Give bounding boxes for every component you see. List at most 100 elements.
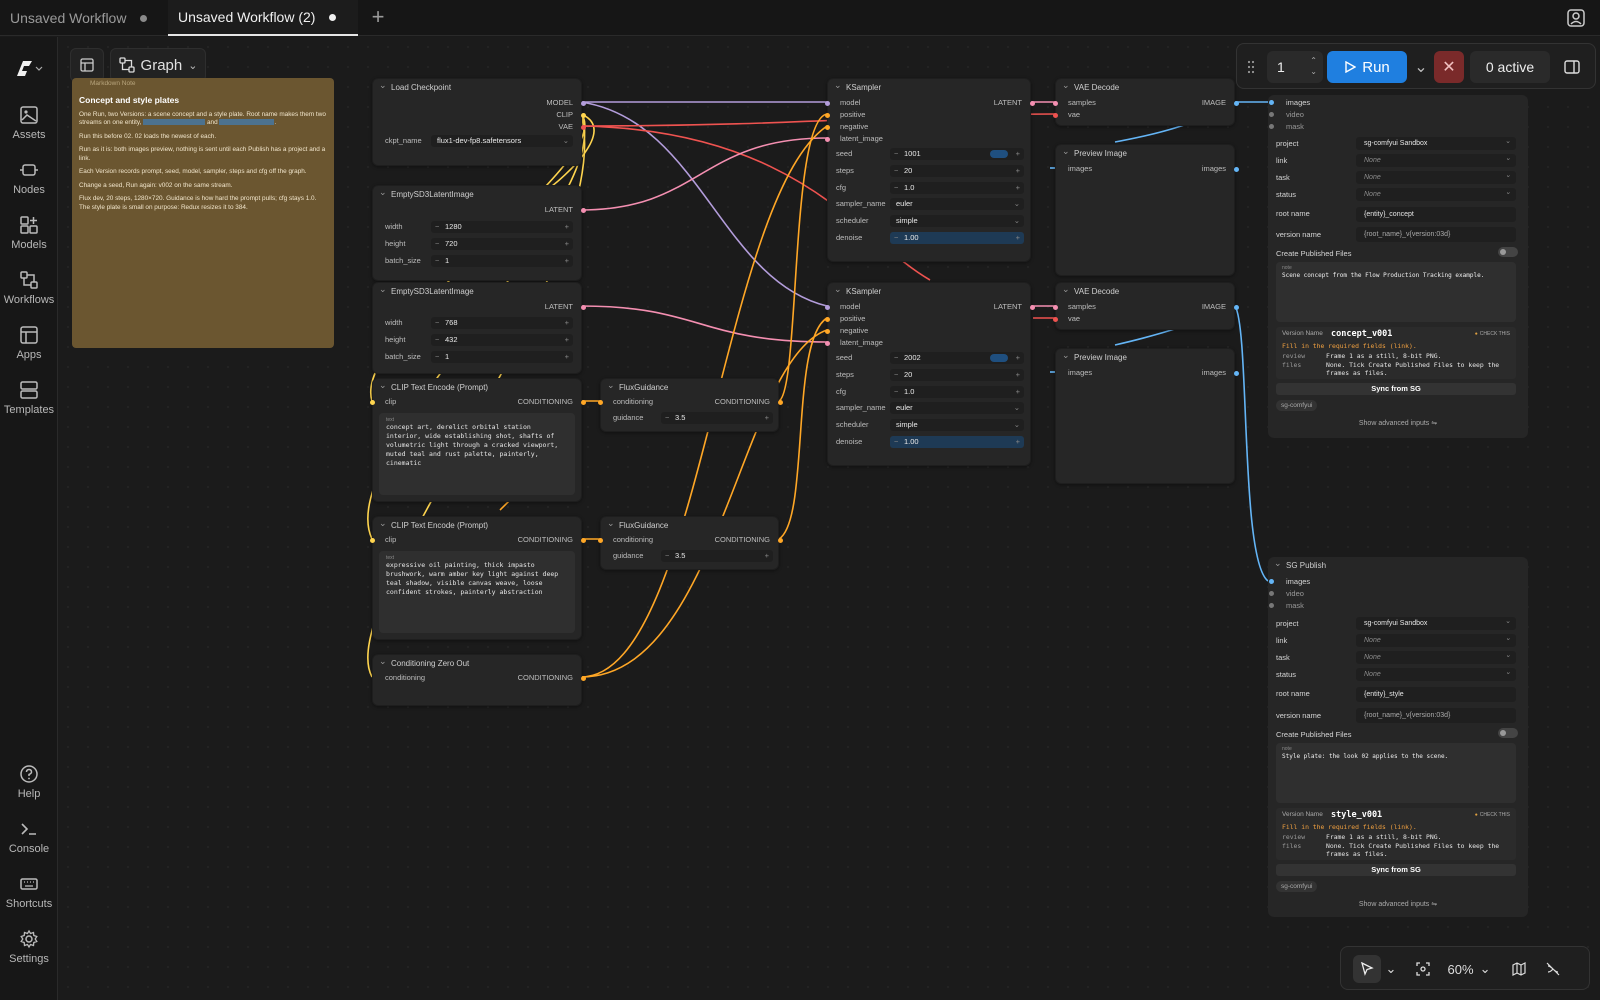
latent-slot[interactable]: [825, 137, 830, 142]
queue-count-stepper[interactable]: 1 ⌃ ⌄: [1267, 51, 1323, 83]
create-published-files-toggle[interactable]: [1498, 247, 1518, 257]
empty-latent-node-2[interactable]: EmptySD3LatentImage LATENT width −768+ h…: [372, 282, 586, 374]
positive-slot[interactable]: [825, 113, 830, 118]
steps-stepper[interactable]: −20 +: [890, 165, 1024, 177]
positive-slot[interactable]: [825, 317, 830, 322]
clip-slot[interactable]: [370, 400, 375, 405]
latent-slot[interactable]: [581, 305, 586, 310]
negative-slot[interactable]: [825, 329, 830, 334]
vae-slot[interactable]: [1053, 113, 1058, 118]
user-icon[interactable]: [1566, 8, 1586, 28]
output-clip[interactable]: CLIP: [556, 109, 573, 121]
batch-stepper[interactable]: −1 +: [431, 351, 573, 363]
image-slot[interactable]: [1234, 101, 1239, 106]
mask-slot[interactable]: [1269, 603, 1274, 608]
select-tool-button[interactable]: [1353, 955, 1381, 983]
sg-publish-node-2[interactable]: SG Publish images video mask project sg-…: [1268, 557, 1528, 917]
cancel-run-button[interactable]: ✕: [1434, 51, 1464, 83]
panel-toggle-button[interactable]: [70, 48, 104, 82]
status-select[interactable]: None: [1356, 186, 1516, 201]
output-conditioning[interactable]: CONDITIONING: [715, 534, 770, 546]
samples-slot[interactable]: [1053, 101, 1058, 106]
input-conditioning[interactable]: conditioning: [613, 396, 653, 408]
sync-from-sg-button[interactable]: Sync from SG: [1276, 864, 1516, 876]
fit-view-button[interactable]: [1409, 955, 1437, 983]
markdown-note[interactable]: Markdown Note Concept and style plates O…: [72, 78, 334, 348]
view-mode-dropdown[interactable]: Graph ⌄: [110, 48, 206, 82]
output-conditioning[interactable]: CONDITIONING: [518, 396, 573, 408]
create-published-files-toggle[interactable]: [1498, 728, 1518, 738]
clip-text-encode-node-2[interactable]: CLIP Text Encode (Prompt) clip CONDITIONI…: [370, 516, 586, 640]
vae-slot[interactable]: [581, 125, 586, 130]
input-latent-image[interactable]: latent_image: [840, 337, 883, 349]
guidance-stepper[interactable]: −3.5 +: [661, 412, 773, 424]
project-select[interactable]: sg-comfyui Sandbox: [1356, 615, 1516, 630]
load-checkpoint-node[interactable]: Load Checkpoint MODEL CLIP VAE ckpt_name…: [372, 78, 586, 166]
show-advanced-inputs-button[interactable]: Show advanced inputs ⇋: [1268, 419, 1528, 427]
tab-unsaved-workflow[interactable]: Unsaved Workflow: [0, 0, 170, 36]
input-clip[interactable]: clip: [385, 396, 396, 408]
input-vae[interactable]: vae: [1068, 313, 1080, 325]
input-conditioning[interactable]: conditioning: [613, 534, 653, 546]
empty-latent-node-1[interactable]: EmptySD3LatentImage LATENT width −1280+ …: [372, 185, 586, 281]
status-select[interactable]: None: [1356, 666, 1516, 681]
show-advanced-inputs-button[interactable]: Show advanced inputs ⇋: [1268, 900, 1528, 908]
randomize-icon[interactable]: [990, 150, 1008, 158]
sidebar-item-console[interactable]: Console: [0, 819, 58, 855]
flux-guidance-node-2[interactable]: FluxGuidance conditioning CONDITIONING gu…: [598, 516, 783, 570]
denoise-slider[interactable]: −1.00 +: [890, 232, 1024, 244]
output-conditioning[interactable]: CONDITIONING: [518, 672, 573, 684]
input-images[interactable]: images: [1286, 98, 1310, 107]
link-select[interactable]: None: [1356, 632, 1516, 647]
input-positive[interactable]: positive: [840, 109, 865, 121]
conditioning-slot[interactable]: [598, 538, 603, 543]
task-select[interactable]: None: [1356, 169, 1516, 184]
input-vae[interactable]: vae: [1068, 109, 1080, 121]
output-latent[interactable]: LATENT: [545, 301, 573, 313]
output-latent[interactable]: LATENT: [994, 97, 1022, 109]
tab-unsaved-workflow-2[interactable]: Unsaved Workflow (2): [168, 0, 358, 36]
output-model[interactable]: MODEL: [546, 97, 573, 109]
scheduler-select[interactable]: simple ⌄: [890, 419, 1024, 431]
images-slot[interactable]: [1269, 579, 1274, 584]
input-images[interactable]: images: [1286, 577, 1310, 586]
conditioning-slot[interactable]: [598, 400, 603, 405]
seed-stepper[interactable]: −2002 +: [890, 352, 1024, 364]
output-conditioning[interactable]: CONDITIONING: [518, 534, 573, 546]
version-name-input[interactable]: {root_name}_v{version:03d}: [1356, 708, 1516, 723]
model-slot[interactable]: [581, 101, 586, 106]
input-conditioning[interactable]: conditioning: [385, 672, 425, 684]
input-positive[interactable]: positive: [840, 313, 865, 325]
run-button[interactable]: Run: [1327, 51, 1407, 83]
input-images[interactable]: images: [1068, 367, 1092, 379]
drag-handle-icon[interactable]: [1247, 60, 1255, 74]
output-latent[interactable]: LATENT: [545, 204, 573, 216]
note-link[interactable]: [219, 119, 275, 126]
images-slot[interactable]: [1269, 100, 1274, 105]
latent-output-slot[interactable]: [1030, 101, 1035, 106]
task-select[interactable]: None: [1356, 649, 1516, 664]
prompt-textarea[interactable]: text expressive oil painting, thick impa…: [379, 551, 575, 633]
note-link[interactable]: [143, 119, 206, 126]
width-stepper[interactable]: −768 +: [431, 317, 573, 329]
vae-decode-node-2[interactable]: VAE Decode samples IMAGE vae: [1053, 282, 1239, 330]
latent-output-slot[interactable]: [1030, 305, 1035, 310]
sidebar-item-help[interactable]: Help: [0, 764, 58, 800]
input-model[interactable]: model: [840, 301, 860, 313]
sidebar-item-settings[interactable]: Settings: [0, 929, 58, 965]
cfg-stepper[interactable]: −1.0 +: [890, 386, 1024, 398]
latent-slot[interactable]: [825, 341, 830, 346]
input-video[interactable]: video: [1286, 589, 1304, 598]
input-video[interactable]: video: [1286, 110, 1304, 119]
output-images[interactable]: images: [1202, 163, 1226, 175]
denoise-slider[interactable]: −1.00 +: [890, 436, 1024, 448]
input-mask[interactable]: mask: [1286, 122, 1304, 131]
minimap-button[interactable]: [1505, 955, 1533, 983]
prompt-textarea[interactable]: text concept art, derelict orbital stati…: [379, 413, 575, 495]
clip-slot[interactable]: [581, 113, 586, 118]
clip-slot[interactable]: [370, 538, 375, 543]
clip-text-encode-node-1[interactable]: CLIP Text Encode (Prompt) clip CONDITIONI…: [370, 378, 586, 502]
active-queue-button[interactable]: 0 active: [1470, 51, 1550, 83]
sync-from-sg-button[interactable]: Sync from SG: [1276, 383, 1516, 395]
ckpt-name-select[interactable]: flux1-dev-fp8.safetensors ⌄: [431, 135, 573, 147]
